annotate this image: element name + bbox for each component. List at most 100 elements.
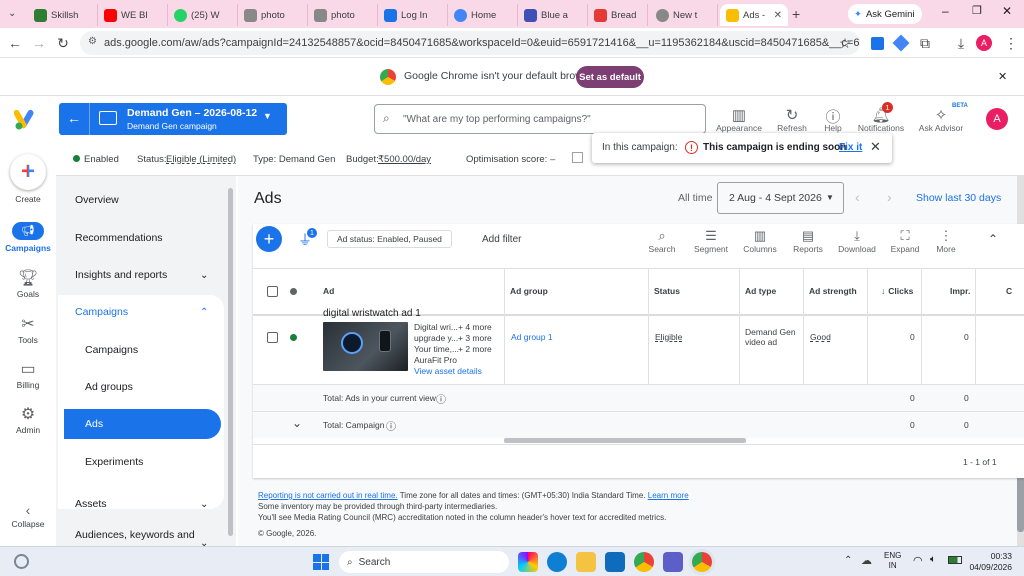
rail-billing[interactable]: ▭ Billing (0, 359, 56, 390)
browser-tab[interactable]: photo (238, 4, 308, 26)
column-header-ad-group[interactable]: Ad group (510, 268, 548, 314)
extension-icon[interactable] (870, 36, 884, 50)
rail-tools[interactable]: ✂ Tools (0, 314, 56, 345)
show-hidden-icons-chevron[interactable]: ⌃ (844, 555, 852, 566)
teams-icon[interactable] (663, 552, 683, 572)
column-header-impr[interactable]: Impr. (950, 268, 970, 314)
reload-icon[interactable]: ↻ (54, 34, 72, 52)
browser-tab[interactable]: photo (308, 4, 378, 26)
column-header-ad-type[interactable]: Ad type (745, 268, 776, 314)
site-info-icon[interactable]: ⚙ (88, 36, 97, 47)
reporting-link[interactable]: Reporting is not carried out in real tim… (258, 491, 398, 500)
extension-icon[interactable] (892, 34, 910, 52)
browser-tab[interactable]: Home (448, 4, 518, 26)
browser-tab[interactable]: WE BI (98, 4, 168, 26)
previous-period-icon[interactable]: ‹ (855, 189, 860, 205)
chrome-icon[interactable] (634, 552, 654, 572)
more-descriptions-count[interactable]: + 3 more (458, 333, 492, 343)
campaign-selector[interactable]: ← Demand Gen – 2026-08-12 Demand Gen cam… (59, 103, 287, 135)
browser-tab[interactable]: (25) W (168, 4, 238, 26)
expand-row-chevron-icon[interactable]: ⌄ (292, 416, 302, 430)
columns-tool-button[interactable]: ▥ Columns (740, 228, 780, 254)
menu-kebab-icon[interactable]: ⋮ (1002, 34, 1020, 52)
add-filter-button[interactable]: Add filter (482, 234, 521, 245)
collapse-toolbar-chevron-icon[interactable]: ⌃ (988, 232, 998, 246)
back-icon[interactable]: ← (6, 34, 24, 52)
nav-assets[interactable]: Assets ⌄ (56, 489, 226, 519)
language-indicator[interactable]: ENG IN (884, 551, 901, 571)
nav-recommendations[interactable]: Recommendations (56, 223, 226, 253)
search-input[interactable]: ⌕ "What are my top performing campaigns?… (374, 104, 706, 134)
cloud-icon[interactable]: ☁ (861, 554, 872, 567)
close-window-icon[interactable]: ✕ (1002, 4, 1012, 18)
help-button[interactable]: ⓘ Help (808, 106, 858, 133)
column-header-status[interactable]: Status (654, 268, 680, 314)
battery-icon[interactable] (948, 556, 962, 564)
nav-campaigns-group[interactable]: Campaigns ⌃ (56, 297, 226, 327)
search-tool-button[interactable]: ⌕ Search (642, 228, 682, 254)
nav-experiments[interactable]: Experiments (56, 447, 226, 477)
browser-tab[interactable]: Blue a (518, 4, 588, 26)
browser-tab[interactable]: Skillsh (28, 4, 98, 26)
budget-value[interactable]: ₹500.00/day (378, 154, 431, 165)
set-default-button[interactable]: Set as default (576, 66, 644, 88)
browser-tab[interactable]: Log In (378, 4, 448, 26)
file-explorer-icon[interactable] (576, 552, 596, 572)
add-ad-plus-button[interactable]: + (256, 226, 282, 252)
learn-more-link[interactable]: Learn more (648, 491, 689, 500)
show-last-30-days-link[interactable]: Show last 30 days (916, 192, 1001, 204)
windows-start-icon[interactable] (313, 554, 329, 570)
nav-campaigns[interactable]: Campaigns (56, 335, 226, 365)
weather-icon[interactable] (14, 554, 29, 569)
horizontal-scrollbar[interactable] (504, 438, 746, 443)
collapse-button[interactable]: ‹ Collapse (0, 502, 56, 529)
close-tab-icon[interactable]: ✕ (774, 10, 782, 21)
edge-browser-icon[interactable] (547, 552, 567, 572)
rail-goals[interactable]: 🏆︎ Goals (0, 268, 56, 299)
segment-tool-button[interactable]: ☰ Segment (691, 228, 731, 254)
nav-ads[interactable]: Ads (64, 409, 221, 439)
google-ads-logo-icon[interactable] (14, 109, 38, 131)
tab-search-icon[interactable]: ⌄ (8, 8, 16, 19)
forward-icon[interactable]: → (30, 34, 48, 52)
column-header-clicks[interactable]: ↓ Clicks (881, 268, 913, 314)
status-value[interactable]: Eligible (Limited) (166, 154, 236, 165)
restore-icon[interactable]: ❐ (972, 4, 982, 17)
bookmark-star-icon[interactable]: ☆ (836, 34, 854, 52)
browser-tab-active[interactable]: Ads - ✕ (720, 4, 788, 26)
volume-icon[interactable]: 🔈︎ (930, 554, 936, 565)
browser-tab[interactable]: Bread (588, 4, 648, 26)
ad-group-link[interactable]: Ad group 1 (511, 332, 553, 342)
ad-status-value[interactable]: Eligible (655, 332, 682, 342)
appearance-button[interactable]: ▥ Appearance (714, 106, 764, 133)
fix-it-link[interactable]: Fix it (839, 142, 862, 153)
account-avatar[interactable]: A (986, 108, 1008, 130)
clock[interactable]: 00:33 04/09/2026 (968, 551, 1012, 573)
row-enabled-dot[interactable] (290, 334, 297, 341)
close-tooltip-icon[interactable]: ✕ (870, 139, 881, 155)
profile-avatar[interactable]: A (976, 35, 992, 51)
wifi-icon[interactable]: ◠ (913, 554, 923, 567)
nav-overview[interactable]: Overview (56, 185, 226, 215)
ad-strength-value[interactable]: Good (810, 332, 831, 342)
expand-tool-button[interactable]: ⛶ Expand (885, 228, 925, 254)
column-header-ad-strength[interactable]: Ad strength (809, 268, 857, 314)
rail-admin[interactable]: ⚙ Admin (0, 404, 56, 435)
ad-status-filter-chip[interactable]: Ad status: Enabled, Paused (327, 230, 452, 248)
new-tab-plus-icon[interactable]: + (792, 6, 800, 22)
enabled-status[interactable]: Enabled (84, 154, 119, 165)
extensions-puzzle-icon[interactable]: ⧉ (916, 34, 934, 52)
help-circle-icon[interactable]: ⓘ (436, 391, 446, 406)
more-headlines-count[interactable]: + 4 more (458, 322, 492, 332)
rail-campaigns[interactable]: 📢︎ Campaigns (0, 222, 56, 253)
help-circle-icon[interactable]: ⓘ (386, 418, 396, 433)
nav-ad-groups[interactable]: Ad groups (56, 372, 226, 402)
close-infobar-icon[interactable]: ✕ (998, 70, 1007, 83)
view-asset-details-link[interactable]: View asset details (414, 366, 482, 376)
ad-preview-thumbnail[interactable] (323, 322, 408, 371)
column-header-cost[interactable]: C (1006, 268, 1012, 314)
sidenav-scrollbar[interactable] (228, 188, 233, 536)
create-button[interactable]: + Create (0, 154, 56, 204)
optimisation-score[interactable]: Optimisation score: – (466, 154, 555, 165)
date-range-picker[interactable]: 2 Aug - 4 Sept 2026 ▼ (717, 182, 844, 214)
